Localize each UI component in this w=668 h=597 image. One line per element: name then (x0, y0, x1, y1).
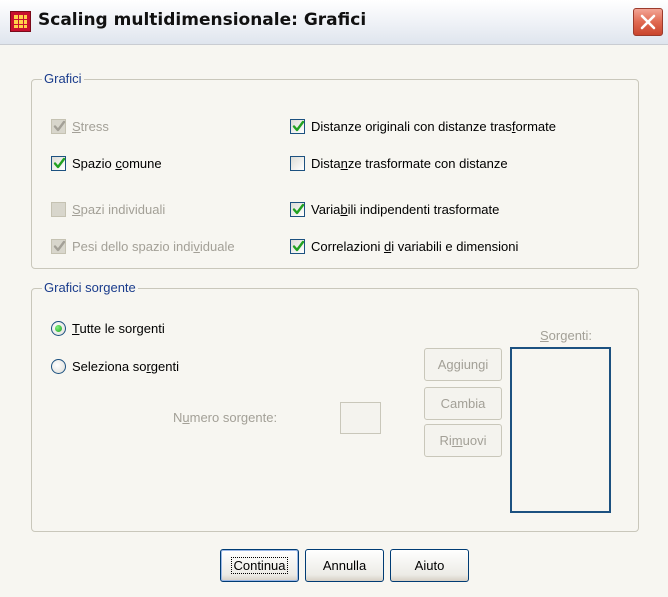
remove-button[interactable]: Ri m uovi (424, 424, 502, 457)
checkbox-label: Variabili indipendenti trasformate (311, 201, 500, 217)
select-sources-radio[interactable]: Seleziona sorgenti (51, 356, 179, 376)
checkbox-label: Correlazioni di variabili e dimensioni (311, 238, 519, 254)
checkmark-icon (53, 240, 66, 251)
select-sources-label: Seleziona sorgenti (72, 358, 179, 374)
checkbox-indicator (290, 155, 305, 171)
source-plots-group-label: Grafici sorgente (42, 280, 138, 295)
checkbox-label: Distanze originali con distanze trasform… (311, 118, 556, 134)
checkbox-indicator (51, 118, 66, 134)
app-icon (10, 11, 31, 32)
plot-checkbox[interactable]: Spazio comune (51, 153, 162, 173)
sources-listbox[interactable] (510, 347, 611, 513)
checkbox-label: Distanze trasformate con distanze (311, 155, 508, 171)
checkmark-icon (53, 157, 66, 168)
checkbox-label: Pesi dello spazio individuale (72, 238, 235, 254)
plot-checkbox[interactable]: Correlazioni di variabili e dimensioni (290, 236, 518, 256)
change-button[interactable]: Cambia (424, 387, 502, 420)
checkbox-indicator (290, 238, 305, 254)
checkmark-icon (292, 203, 305, 214)
checkbox-indicator (51, 155, 66, 171)
checkbox-label: Spazi individuali (72, 201, 166, 217)
all-sources-label: Tutte le sorgenti (72, 320, 165, 336)
plot-checkbox[interactable]: Variabili indipendenti trasformate (290, 199, 499, 219)
plot-checkbox[interactable]: Pesi dello spazio individuale (51, 236, 235, 256)
plot-checkbox[interactable]: Stress (51, 116, 109, 136)
plot-checkbox[interactable]: Spazi individuali (51, 199, 165, 219)
checkmark-icon (53, 120, 66, 131)
sources-list-label: Sorgenti: (540, 328, 593, 343)
add-button[interactable]: Aggiungi (424, 348, 502, 381)
checkmark-icon (292, 240, 305, 251)
help-button[interactable]: Aiuto (390, 549, 469, 582)
source-number-input[interactable] (340, 402, 381, 434)
radio-indicator (51, 358, 66, 374)
cancel-button[interactable]: Annulla (305, 549, 384, 582)
window-title: Scaling multidimensionale: Grafici (38, 10, 367, 30)
radio-indicator (51, 320, 66, 336)
checkmark-icon (292, 120, 305, 131)
all-sources-radio[interactable]: Tutte le sorgenti (51, 318, 165, 338)
close-icon (640, 14, 656, 30)
checkbox-indicator (290, 201, 305, 217)
plots-group-label: Grafici (42, 71, 84, 86)
dialog-window: Scaling multidimensionale: Grafici Grafi… (0, 0, 668, 597)
checkbox-indicator (290, 118, 305, 134)
plot-checkbox[interactable]: Distanze originali con distanze trasform… (290, 116, 556, 136)
plot-checkbox[interactable]: Distanze trasformate con distanze (290, 153, 508, 173)
checkbox-indicator (51, 201, 66, 217)
continue-button[interactable]: Continua (220, 549, 299, 582)
source-number-label: Numero sorgente: (173, 410, 278, 425)
checkbox-label: Stress (72, 118, 109, 134)
title-bar: Scaling multidimensionale: Grafici (0, 0, 668, 45)
checkbox-indicator (51, 238, 66, 254)
close-button[interactable] (633, 8, 663, 36)
checkbox-label: Spazio comune (72, 155, 162, 171)
